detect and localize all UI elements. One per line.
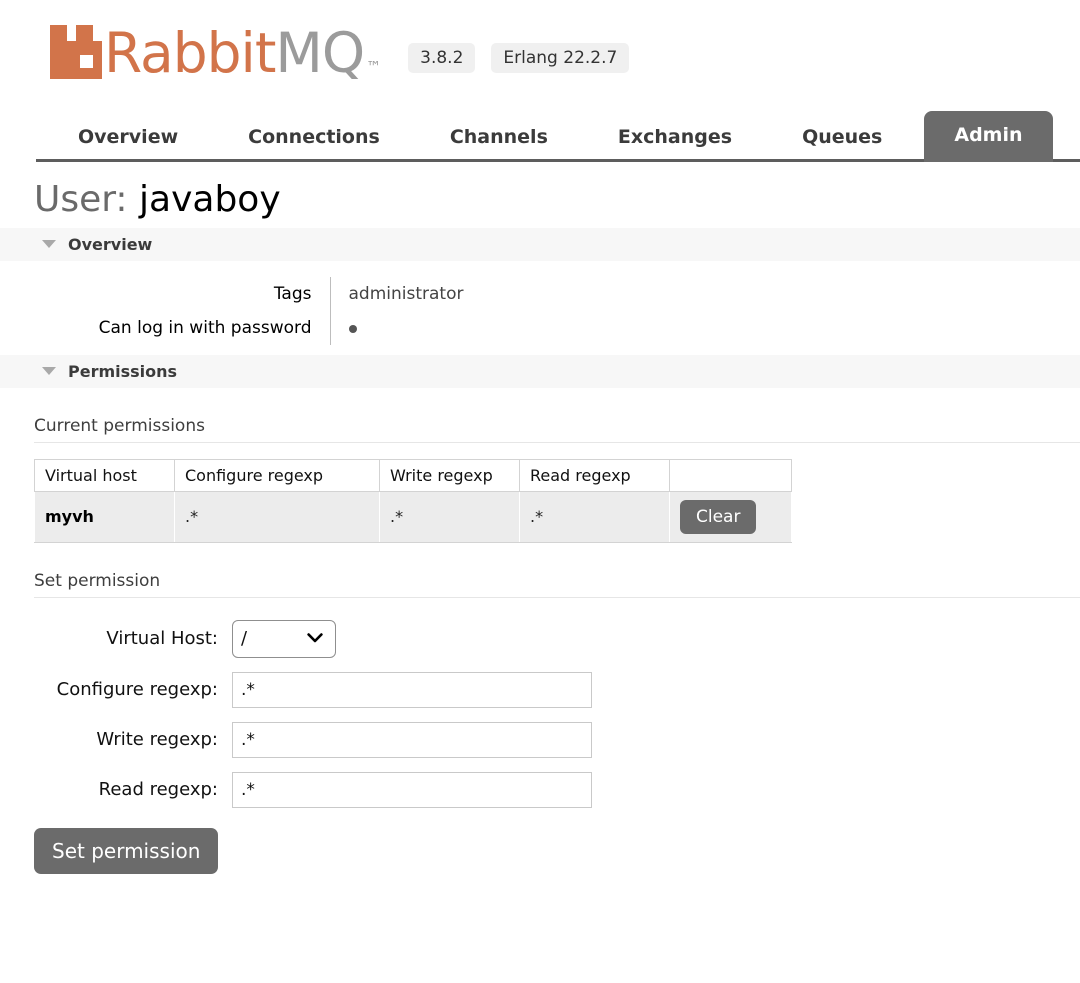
main-navigation: Overview Connections Channels Exchanges … — [0, 100, 1080, 162]
column-header-write-regexp: Write regexp — [379, 458, 520, 492]
table-row: myvh .* .* .* Clear — [34, 490, 792, 543]
logo-wordmark: Rabbit MQ ™ — [104, 21, 381, 85]
section-header-overview-label: Overview — [68, 234, 153, 254]
cell-configure-regexp: .* — [174, 490, 380, 543]
column-header-virtual-host: Virtual host — [34, 458, 175, 492]
section-header-overview[interactable]: Overview — [0, 227, 1080, 261]
tab-admin[interactable]: Admin — [924, 111, 1053, 162]
section-header-permissions[interactable]: Permissions — [0, 354, 1080, 388]
table-row: Tags administrator — [0, 276, 465, 311]
tab-connections[interactable]: Connections — [220, 116, 408, 162]
write-regexp-label: Write regexp: — [96, 729, 218, 751]
can-login-label: Can log in with password — [98, 317, 312, 338]
form-row-write-regexp: Write regexp: — [0, 721, 1080, 758]
caret-down-icon — [42, 367, 56, 376]
logo-mq-text: MQ — [275, 21, 365, 85]
virtual-host-select[interactable]: / — [232, 619, 336, 658]
cell-write-regexp: .* — [379, 490, 520, 543]
current-permissions-table: Virtual host Configure regexp Write rege… — [34, 458, 792, 543]
can-login-value — [329, 310, 465, 345]
app-header: Rabbit MQ ™ 3.8.2 Erlang 22.2.7 — [0, 0, 1080, 100]
tags-value: administrator — [329, 276, 465, 311]
set-permission-button[interactable]: Set permission — [34, 827, 219, 874]
section-header-permissions-label: Permissions — [68, 361, 178, 381]
tab-channels[interactable]: Channels — [422, 116, 576, 162]
tab-exchanges[interactable]: Exchanges — [590, 116, 760, 162]
cell-virtual-host: myvh — [34, 490, 175, 543]
form-row-configure-regexp: Configure regexp: — [0, 671, 1080, 708]
virtual-host-label: Virtual Host: — [106, 628, 218, 650]
logo-rabbit-text: Rabbit — [104, 21, 276, 85]
column-header-actions — [669, 458, 792, 492]
write-regexp-input[interactable] — [232, 721, 592, 758]
cell-actions: Clear — [669, 490, 792, 543]
set-permission-form: Virtual Host: / Configure regexp: Write … — [0, 619, 1080, 874]
page-title-value: javaboy — [139, 179, 281, 220]
submit-row: Set permission — [34, 827, 1080, 874]
current-permissions-heading: Current permissions — [34, 416, 1080, 443]
cell-read-regexp: .* — [519, 490, 670, 543]
column-header-read-regexp: Read regexp — [519, 458, 670, 492]
configure-regexp-label: Configure regexp: — [56, 679, 218, 701]
tags-label: Tags — [273, 283, 312, 304]
configure-regexp-input[interactable] — [232, 671, 592, 708]
form-row-read-regexp: Read regexp: — [0, 771, 1080, 808]
page-title: User: javaboy — [0, 162, 1080, 228]
column-header-configure-regexp: Configure regexp — [174, 458, 380, 492]
tab-queues[interactable]: Queues — [774, 116, 910, 162]
table-header-row: Virtual host Configure regexp Write rege… — [34, 458, 792, 492]
version-badges: 3.8.2 Erlang 22.2.7 — [408, 43, 630, 73]
bullet-icon — [348, 324, 357, 333]
page-title-label: User: — [34, 179, 128, 220]
rabbitmq-logo[interactable]: Rabbit MQ ™ — [50, 19, 381, 85]
caret-down-icon — [42, 240, 56, 249]
read-regexp-label: Read regexp: — [98, 779, 218, 801]
rabbitmq-version-badge: 3.8.2 — [408, 43, 476, 73]
read-regexp-input[interactable] — [232, 771, 592, 808]
logo-trademark-icon: ™ — [366, 58, 381, 76]
virtual-host-select-wrap: / — [232, 619, 336, 658]
erlang-version-badge: Erlang 22.2.7 — [491, 43, 630, 73]
clear-permission-button[interactable]: Clear — [680, 499, 757, 534]
table-row: Can log in with password — [0, 310, 465, 345]
tab-overview[interactable]: Overview — [50, 116, 206, 162]
form-row-virtual-host: Virtual Host: / — [0, 619, 1080, 658]
set-permission-heading: Set permission — [34, 571, 1080, 598]
user-overview-table: Tags administrator Can log in with passw… — [0, 276, 465, 345]
rabbit-logo-icon — [50, 25, 102, 79]
